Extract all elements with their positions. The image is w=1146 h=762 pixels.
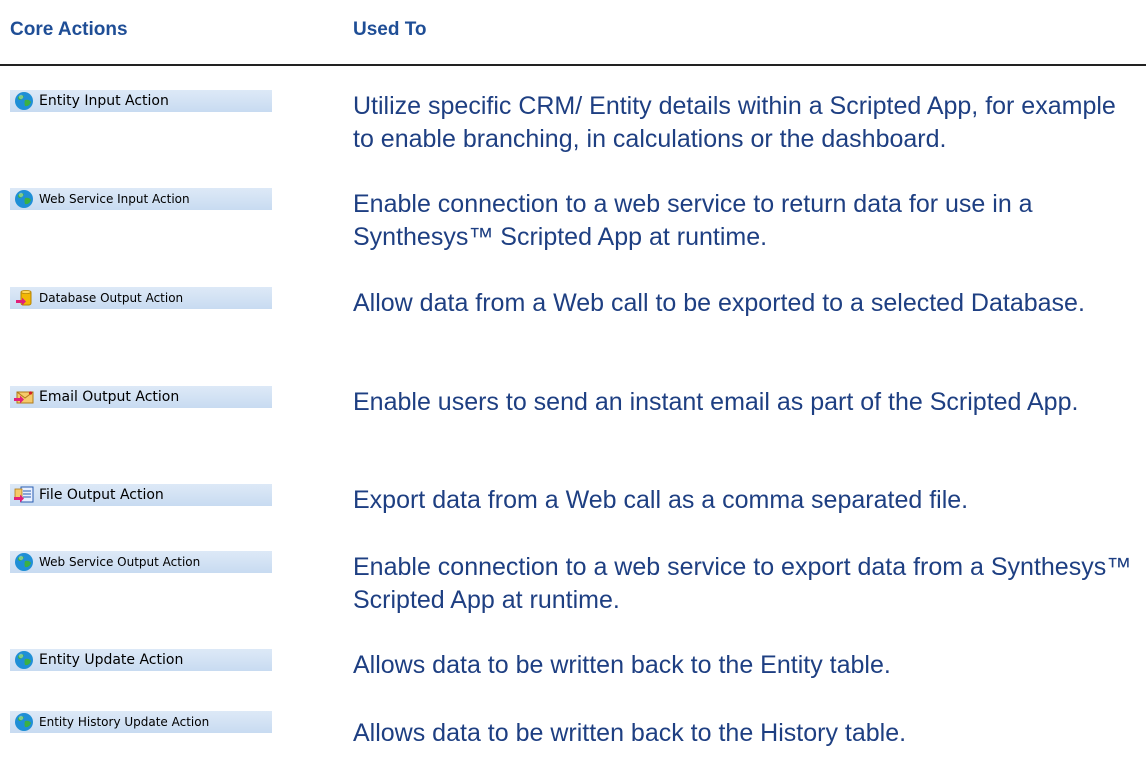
action-label: Entity Input Action (39, 93, 169, 109)
action-description: Enable users to send an instant email as… (353, 388, 1079, 416)
globe-icon (12, 650, 36, 670)
action-label: Email Output Action (39, 389, 180, 405)
table-header: Core Actions Used To (0, 0, 1146, 64)
action-description: Enable connection to a web service to ex… (353, 553, 1132, 614)
action-description: Allow data from a Web call to be exporte… (353, 289, 1085, 317)
web-service-output-action-button[interactable]: Web Service Output Action (10, 551, 272, 573)
action-description: Allows data to be written back to the En… (353, 651, 891, 679)
action-description: Export data from a Web call as a comma s… (353, 486, 969, 514)
column-header-core-actions: Core Actions (10, 19, 128, 40)
action-description: Enable connection to a web service to re… (353, 190, 1033, 251)
action-label: File Output Action (39, 487, 164, 503)
column-header-used-to: Used To (353, 19, 427, 40)
header-divider (0, 64, 1146, 66)
action-description: Allows data to be written back to the Hi… (353, 719, 907, 747)
action-label: Entity Update Action (39, 652, 184, 668)
database-output-action-button[interactable]: Database Output Action (10, 287, 272, 309)
file-output-icon (12, 485, 36, 505)
database-icon (12, 288, 36, 308)
entity-update-action-button[interactable]: Entity Update Action (10, 649, 272, 671)
action-label: Entity History Update Action (39, 715, 210, 729)
action-description: Utilize specific CRM/ Entity details wit… (353, 92, 1116, 153)
email-output-action-button[interactable]: Email Output Action (10, 386, 272, 408)
globe-icon (12, 91, 36, 111)
envelope-icon (12, 387, 36, 407)
entity-input-action-button[interactable]: Entity Input Action (10, 90, 272, 112)
globe-icon (12, 712, 36, 732)
action-label: Web Service Input Action (39, 192, 190, 206)
globe-icon (12, 189, 36, 209)
file-output-action-button[interactable]: File Output Action (10, 484, 272, 506)
action-label: Database Output Action (39, 291, 184, 305)
action-label: Web Service Output Action (39, 555, 201, 569)
globe-icon (12, 552, 36, 572)
web-service-input-action-button[interactable]: Web Service Input Action (10, 188, 272, 210)
entity-history-update-action-button[interactable]: Entity History Update Action (10, 711, 272, 733)
